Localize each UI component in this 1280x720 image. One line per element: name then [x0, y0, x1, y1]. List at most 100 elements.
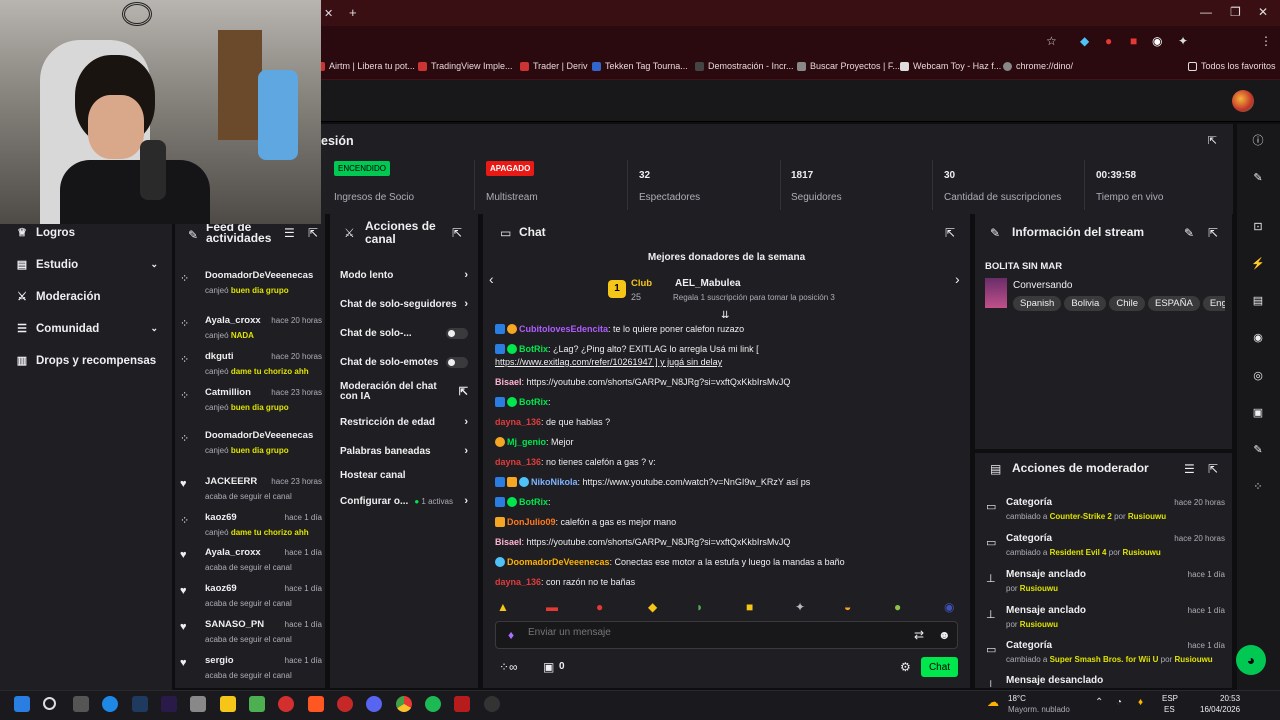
close-window-icon[interactable]: ✕ [1258, 5, 1268, 19]
emote-icon[interactable]: ■ [746, 600, 753, 614]
extension-icon[interactable]: ■ [1130, 34, 1137, 48]
popout-icon[interactable]: ⇱ [1208, 226, 1218, 240]
bookmark-item[interactable]: Tekken Tag Tourna... [592, 61, 688, 71]
bookmark-item[interactable]: TradingView Imple... [418, 61, 513, 71]
broadcast-icon[interactable]: ◎ [1248, 366, 1268, 386]
scroll-arrow-icon[interactable]: ⇊ [721, 310, 729, 321]
edge-icon[interactable] [102, 696, 118, 712]
action-followers-only[interactable]: Chat de solo-seguidores › [340, 298, 468, 310]
action-host[interactable]: Hostear canal [340, 470, 468, 481]
nav-item-estudio[interactable]: ▤ Estudio ⌄ [16, 258, 158, 272]
action-slow-mode[interactable]: Modo lento › [340, 269, 468, 281]
deriv-icon[interactable] [278, 696, 294, 712]
edit-icon[interactable]: ✎ [1184, 226, 1194, 240]
bookmark-item[interactable]: Buscar Proyectos | F... [797, 61, 900, 71]
filter-icon[interactable]: ☰ [284, 226, 295, 240]
support-icon[interactable]: ◕ [1236, 645, 1266, 675]
bookmark-item[interactable]: Webcam Toy - Haz f... [900, 61, 1001, 71]
bookmark-item[interactable]: Trader | Deriv [520, 61, 588, 71]
tag[interactable]: Chile [1109, 296, 1145, 311]
document-icon[interactable]: ▤ [1248, 291, 1268, 311]
emote-icon[interactable]: ● [596, 600, 603, 614]
taskbar-app-icon[interactable] [73, 696, 89, 712]
emote-icon[interactable]: ▲ [497, 600, 509, 614]
chat-bubble-icon[interactable]: ◉ [1248, 328, 1268, 348]
nav-item-moderacion[interactable]: ⚔ Moderación [16, 290, 158, 304]
obs-icon[interactable] [484, 696, 500, 712]
toggle[interactable] [446, 328, 468, 339]
spotify-icon[interactable] [425, 696, 441, 712]
tab-close-icon[interactable]: ✕ [324, 7, 333, 20]
wrench-icon[interactable]: ✎ [1248, 440, 1268, 460]
taskbar-app-icon[interactable] [337, 696, 353, 712]
photoshop-icon[interactable] [132, 696, 148, 712]
emote-icon[interactable]: ✦ [795, 600, 805, 614]
action-emotes-only[interactable]: Chat de solo-emotes [340, 357, 468, 368]
send-chat-button[interactable]: Chat [921, 657, 958, 677]
action-ai-moderation[interactable]: Moderación del chat con IA ⇱ [340, 382, 468, 402]
info-icon[interactable]: ⓘ [1248, 131, 1268, 151]
points-icon[interactable]: ⁘ [1248, 477, 1268, 497]
nav-item-drops[interactable]: ▥ Drops y recompensas [16, 354, 158, 368]
translate-icon[interactable]: ⇄ [914, 628, 924, 642]
action-age-restriction[interactable]: Restricción de edad › [340, 416, 468, 428]
puzzle-icon[interactable]: ✦ [1178, 34, 1188, 48]
emote-icon[interactable]: ▬ [546, 600, 558, 614]
maximize-icon[interactable]: ❐ [1230, 5, 1241, 19]
tag[interactable]: Spanish [1013, 296, 1062, 311]
popout-icon[interactable]: ⇱ [452, 226, 462, 240]
search-icon[interactable] [43, 697, 56, 710]
taskbar-app-icon[interactable] [454, 696, 470, 712]
action-configure[interactable]: Configurar o... ● 1 activas › [340, 495, 468, 507]
bits-icon[interactable]: ▣ [543, 660, 554, 674]
windows-start-icon[interactable] [14, 696, 30, 712]
network-icon[interactable]: ◔ [1116, 697, 1122, 708]
new-tab-icon[interactable]: + [349, 5, 357, 20]
chat-input[interactable] [528, 627, 888, 638]
clock-time[interactable]: 20:53 [1220, 694, 1240, 703]
chevron-up-icon[interactable]: ⌃ [1095, 697, 1103, 708]
popout-icon[interactable]: ⇱ [1208, 462, 1218, 476]
emote-picker-icon[interactable]: ☻ [938, 628, 951, 642]
emote-icon[interactable]: ◆ [648, 600, 657, 614]
taskbar-app-icon[interactable] [190, 696, 206, 712]
toggle[interactable] [446, 357, 468, 368]
extension-icon[interactable]: ● [1105, 34, 1112, 48]
tag[interactable]: Eng [1202, 296, 1225, 311]
emote-icon[interactable]: ◉ [944, 600, 954, 614]
discord-icon[interactable] [366, 696, 382, 712]
edit-icon[interactable]: ✎ [1248, 168, 1268, 188]
emote-icon[interactable]: ◗ [696, 600, 703, 614]
popout-icon[interactable]: ⇱ [1208, 134, 1217, 147]
chevron-left-icon[interactable]: ‹ [489, 271, 494, 287]
chrome-icon[interactable] [396, 696, 412, 712]
avatar[interactable] [1232, 90, 1254, 112]
popout-icon[interactable]: ⇱ [945, 226, 955, 240]
extension-icon[interactable]: ◉ [1152, 34, 1162, 48]
nav-item-logros[interactable]: ♕ Logros [16, 226, 158, 240]
bookmark-item[interactable]: Airtm | Libera tu pot... [316, 61, 415, 71]
bookmark-item[interactable]: chrome://dino/ [1003, 61, 1073, 71]
popout-icon[interactable]: ⇱ [308, 226, 318, 240]
filter-icon[interactable]: ☰ [1184, 462, 1195, 476]
bookmark-star-icon[interactable]: ☆ [1046, 34, 1057, 48]
extension-icon[interactable]: ◆ [1080, 34, 1089, 48]
brave-icon[interactable] [308, 696, 324, 712]
premiere-icon[interactable] [161, 696, 177, 712]
fullscreen-icon[interactable]: ⊡ [1248, 217, 1268, 237]
settings-icon[interactable]: ⚙ [900, 660, 911, 674]
microphone-icon[interactable]: ♦ [508, 628, 514, 642]
chevron-right-icon[interactable]: › [955, 271, 960, 287]
tag[interactable]: Bolivia [1064, 296, 1107, 311]
lightning-icon[interactable]: ⚡ [1248, 254, 1268, 274]
folder-icon[interactable] [220, 696, 236, 712]
minecraft-icon[interactable] [249, 696, 265, 712]
nav-item-comunidad[interactable]: ☰ Comunidad ⌄ [16, 322, 158, 336]
action-subs-only[interactable]: Chat de solo-... [340, 328, 468, 339]
save-icon[interactable]: ▣ [1248, 403, 1268, 423]
bookmark-item[interactable]: Demostración - Incr... [695, 61, 794, 71]
action-banned-words[interactable]: Palabras baneadas › [340, 445, 468, 457]
all-bookmarks[interactable]: Todos los favoritos [1188, 61, 1276, 71]
emote-icon[interactable]: ● [894, 600, 901, 614]
minimize-icon[interactable]: — [1200, 5, 1212, 19]
